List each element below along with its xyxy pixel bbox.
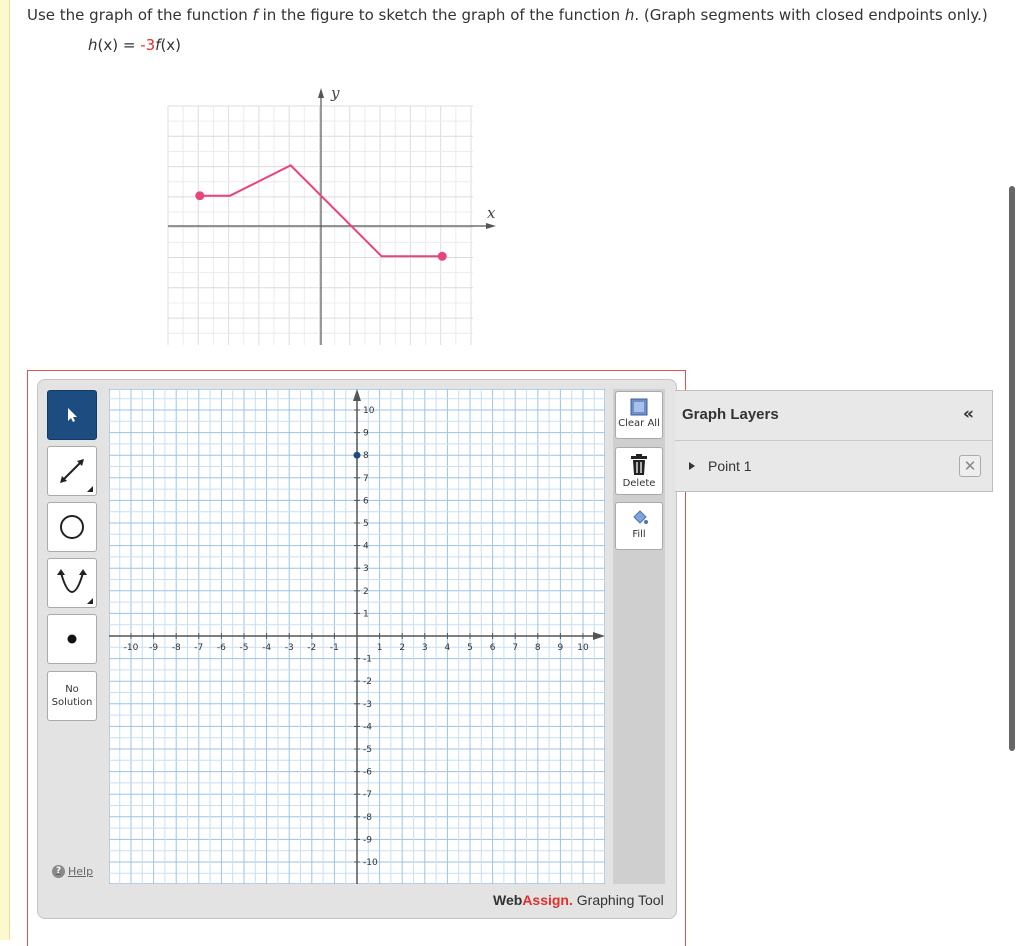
clear-all-button[interactable]: Clear All [615, 391, 663, 439]
y-tick-label: 1 [363, 609, 369, 619]
x-tick-label: 3 [422, 643, 428, 653]
y-tick-label: -1 [363, 655, 372, 665]
x-axis-label: x [487, 204, 496, 222]
x-tick-label: -7 [194, 643, 203, 653]
x-tick-label: -5 [240, 643, 249, 653]
y-axis-arrow [318, 88, 324, 98]
plotted-point [353, 451, 361, 459]
equation: h(x) = -3f(x) [88, 36, 182, 54]
y-tick-label: -5 [363, 745, 372, 755]
x-tick-label: 2 [399, 643, 405, 653]
y-tick-label: 2 [363, 587, 369, 597]
fill-button[interactable]: Fill [615, 502, 663, 550]
y-tick-label: 9 [363, 429, 369, 439]
x-tick-label: -4 [262, 643, 271, 653]
clear-all-icon [630, 398, 648, 416]
y-tick-label: 4 [363, 542, 369, 552]
trash-can-icon [631, 454, 647, 475]
y-tick-label: -6 [363, 768, 372, 778]
x-tick-label: 7 [512, 643, 518, 653]
help-icon: ? [52, 865, 65, 878]
y-axis-label: y [330, 84, 340, 102]
circle-icon [60, 515, 84, 539]
layer-item-point-1[interactable]: Point 1 [688, 458, 752, 474]
function-f-figure: xy [167, 84, 496, 345]
x-tick-label: 5 [467, 643, 473, 653]
left-margin-bar [0, 0, 10, 940]
select-tool-button[interactable] [47, 390, 97, 440]
y-tick-label: -9 [363, 835, 372, 845]
x-tick-label: 4 [445, 643, 451, 653]
delete-layer-icon[interactable]: ✕ [959, 455, 981, 477]
y-tick-label: -3 [363, 700, 372, 710]
x-tick-label: 10 [577, 643, 589, 653]
x-tick-label: -6 [217, 643, 226, 653]
help-link[interactable]: ? Help [52, 865, 93, 878]
no-solution-button[interactable]: No Solution [47, 671, 97, 721]
y-tick-label: -10 [363, 858, 378, 868]
graph-layers-title: Graph Layers [682, 406, 779, 423]
graph-canvas[interactable]: -10 -9 -8 -7 -6 -5 -4 -3 -2 -1 1 2 3 4 5 6 7 8 9 10 10 9 8 7 6 5 4… [109, 389, 605, 884]
x-tick-label: 8 [535, 643, 541, 653]
x-tick-label: -3 [285, 643, 294, 653]
x-tick-label: -1 [330, 643, 339, 653]
page-scrollbar[interactable] [1009, 186, 1015, 751]
x-tick-label: -8 [172, 643, 181, 653]
x-tick-label: -2 [307, 643, 316, 653]
y-tick-label: 8 [363, 451, 369, 461]
f-endpoint [437, 251, 447, 261]
y-tick-label: -7 [363, 790, 372, 800]
y-tick-label: -2 [363, 677, 372, 687]
x-tick-label: 6 [490, 643, 496, 653]
y-tick-label: 3 [363, 564, 369, 574]
y-tick-label: 5 [363, 519, 369, 529]
arrow-pointer-icon [68, 408, 77, 422]
parabola-icon [57, 569, 87, 593]
fill-bucket-icon [633, 510, 648, 524]
delete-button[interactable]: Delete [615, 447, 663, 495]
y-tick-label: -4 [363, 722, 372, 732]
layers-divider [675, 440, 993, 441]
x-tick-label: 9 [558, 643, 564, 653]
x-tick-label: -9 [149, 643, 158, 653]
f-endpoint [195, 191, 205, 201]
x-tick-label: 1 [377, 643, 383, 653]
point-tool-button[interactable] [47, 614, 97, 664]
line-segment-icon [60, 459, 84, 483]
y-tick-label: 6 [363, 496, 369, 506]
x-tick-label: -10 [124, 643, 139, 653]
webassign-brand: WebAssign. Graphing Tool [493, 892, 664, 908]
parabola-tool-button[interactable] [47, 558, 97, 608]
circle-tool-button[interactable] [47, 502, 97, 552]
x-axis-arrow [486, 223, 496, 229]
y-tick-label: 7 [363, 474, 369, 484]
question-text: Use the graph of the function f in the f… [27, 6, 988, 24]
collapse-panel-button[interactable]: « [963, 404, 974, 424]
point-dot-icon [67, 634, 77, 644]
expand-triangle-icon[interactable] [688, 461, 696, 471]
line-tool-button[interactable] [47, 446, 97, 496]
y-tick-label: 10 [363, 406, 375, 416]
y-tick-label: -8 [363, 813, 372, 823]
